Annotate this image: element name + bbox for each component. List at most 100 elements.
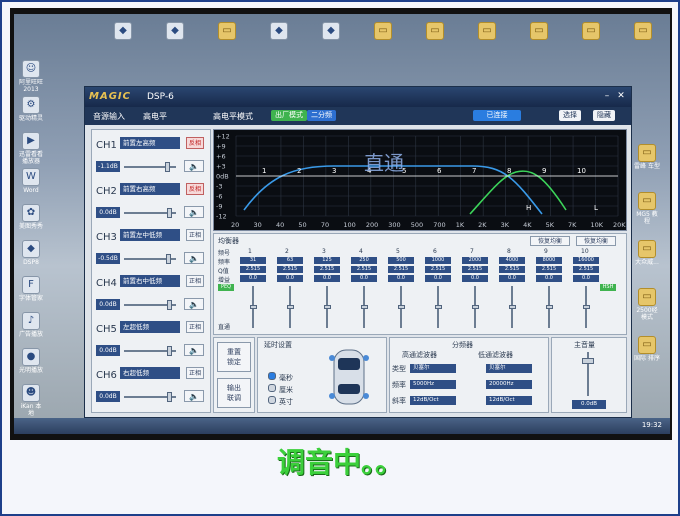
close-icon[interactable]: ✕ — [615, 90, 627, 102]
desktop-icon[interactable]: F 字体管家 — [18, 276, 44, 302]
channel-gain-thumb[interactable] — [167, 346, 173, 356]
band-gain-thumb[interactable] — [545, 305, 553, 309]
desktop-icon[interactable]: ◆ DSP8 — [18, 240, 44, 266]
band-q-value[interactable]: 2.515 — [388, 266, 414, 273]
desktop-icon[interactable]: ✿ 美图秀秀 — [18, 204, 44, 230]
desktop-icon[interactable]: ☺ 阿里旺旺 2013 — [18, 60, 44, 93]
desktop-icon[interactable]: W Word — [18, 168, 44, 194]
desktop-icon[interactable]: ▶ 迅雷看看 播放器 — [18, 132, 44, 165]
eq-reset-button[interactable]: 恢复均衡 — [530, 236, 570, 246]
band-gain-thumb[interactable] — [582, 305, 590, 309]
band-q-value[interactable]: 2.515 — [351, 266, 377, 273]
band-gain-thumb[interactable] — [360, 305, 368, 309]
hp-freq-input[interactable]: 5000Hz — [410, 380, 456, 389]
band-q-value[interactable]: 2.515 — [499, 266, 525, 273]
lp-type-select[interactable]: 贝塞尔 — [486, 364, 532, 373]
speaker-mute-icon[interactable]: 🔈 — [184, 344, 204, 356]
factory-mode-button[interactable]: 出厂模式 — [271, 110, 307, 121]
channel-source-select[interactable]: 前置左高频 — [120, 137, 180, 149]
desktop-icon[interactable]: ▭ 雷峰 车型 — [634, 144, 660, 170]
desktop-icon[interactable]: ▭ — [214, 22, 240, 41]
hp-slope-select[interactable]: 12dB/Oct — [410, 396, 456, 405]
band-freq-value[interactable]: 500 — [388, 257, 414, 264]
desktop-icon[interactable]: ● 光明播放 — [18, 348, 44, 374]
band-q-value[interactable]: 2.515 — [240, 266, 266, 273]
radio-icon[interactable] — [268, 396, 276, 404]
channel-source-select[interactable]: 前置左中低频 — [120, 229, 180, 241]
desktop-icon[interactable]: ▭ MG5 教程 — [634, 192, 660, 225]
band-q-value[interactable]: 2.515 — [314, 266, 340, 273]
band-freq-value[interactable]: 125 — [314, 257, 340, 264]
secondary-mode-button[interactable]: 二分频 — [307, 110, 336, 121]
band-q-value[interactable]: 2.515 — [536, 266, 562, 273]
band-gain-value[interactable]: 0.0 — [277, 275, 303, 282]
desktop-icon[interactable]: ◆ — [266, 22, 292, 41]
band-freq-value[interactable]: 8000 — [536, 257, 562, 264]
band-gain-value[interactable]: 0.0 — [425, 275, 451, 282]
speaker-mute-icon[interactable]: 🔈 — [184, 206, 204, 218]
channel-source-select[interactable]: 左超低频 — [120, 321, 180, 333]
band-gain-value[interactable]: 0.0 — [388, 275, 414, 282]
band-freq-value[interactable]: 16000 — [573, 257, 599, 264]
speaker-mute-icon[interactable]: 🔈 — [184, 160, 204, 172]
hsh-toggle[interactable]: HSH — [600, 284, 616, 291]
hp-type-select[interactable]: 贝塞尔 — [410, 364, 456, 373]
band-freq-value[interactable]: 31 — [240, 257, 266, 264]
channel-source-select[interactable]: 右超低频 — [120, 367, 180, 379]
desktop-icon[interactable]: ☻ iKan 本地 — [18, 384, 44, 417]
channel-source-select[interactable]: 前置右中低频 — [120, 275, 180, 287]
desktop-icon[interactable]: ▭ — [370, 22, 396, 41]
band-gain-value[interactable]: 0.0 — [351, 275, 377, 282]
channel-gain-thumb[interactable] — [167, 208, 173, 218]
desktop-icon[interactable]: ▭ 大众威... — [634, 240, 660, 266]
phase-button[interactable]: 正相 — [186, 367, 204, 379]
menu-audio-input[interactable]: 音源输入 — [93, 111, 125, 122]
band-gain-thumb[interactable] — [508, 305, 516, 309]
desktop-icon[interactable]: ◆ — [162, 22, 188, 41]
channel-gain-thumb[interactable] — [167, 300, 173, 310]
desktop-icon[interactable]: ▭ — [474, 22, 500, 41]
minimize-icon[interactable]: – — [601, 90, 613, 102]
speaker-mute-icon[interactable]: 🔈 — [184, 298, 204, 310]
channel-source-select[interactable]: 前置右高频 — [120, 183, 180, 195]
speaker-mute-icon[interactable]: 🔈 — [184, 252, 204, 264]
band-gain-value[interactable]: 0.0 — [314, 275, 340, 282]
peq-toggle[interactable]: PEQ — [218, 284, 234, 291]
channel-gain-thumb[interactable] — [167, 392, 173, 402]
desktop-icon[interactable]: ♪ 广告播放 — [18, 312, 44, 338]
band-gain-thumb[interactable] — [286, 305, 294, 309]
band-gain-value[interactable]: 0.0 — [499, 275, 525, 282]
band-q-value[interactable]: 2.515 — [425, 266, 451, 273]
desktop-icon[interactable]: ▭ — [526, 22, 552, 41]
phase-button[interactable]: 正相 — [186, 321, 204, 333]
select-button[interactable]: 选择 — [559, 110, 581, 121]
band-freq-value[interactable]: 63 — [277, 257, 303, 264]
eq-restore-button[interactable]: 恢复均衡 — [576, 236, 616, 246]
reset-lock-button[interactable]: 重置 锁定 — [217, 342, 251, 372]
desktop-icon[interactable]: ◆ — [110, 22, 136, 41]
master-slider-thumb[interactable] — [582, 358, 594, 364]
phase-button[interactable]: 反相 — [186, 183, 204, 195]
desktop-icon[interactable]: ◆ — [318, 22, 344, 41]
band-freq-value[interactable]: 4000 — [499, 257, 525, 264]
speaker-mute-icon[interactable]: 🔈 — [184, 390, 204, 402]
band-gain-thumb[interactable] — [249, 305, 257, 309]
band-gain-value[interactable]: 0.0 — [573, 275, 599, 282]
channel-gain-thumb[interactable] — [164, 162, 170, 172]
desktop-icon[interactable]: ▭ — [630, 22, 656, 41]
radio-icon[interactable] — [268, 384, 276, 392]
band-gain-thumb[interactable] — [323, 305, 331, 309]
radio-icon[interactable] — [268, 372, 276, 380]
connect-button[interactable]: 已连接 — [473, 110, 521, 121]
band-q-value[interactable]: 2.515 — [573, 266, 599, 273]
desktop-icon[interactable]: ▭ 国际 排序 — [634, 336, 660, 362]
band-gain-value[interactable]: 0.0 — [462, 275, 488, 282]
unit-option[interactable]: 厘米 — [268, 384, 293, 395]
channel-gain-thumb[interactable] — [166, 254, 172, 264]
unit-option[interactable]: 英寸 — [268, 396, 293, 407]
phase-button[interactable]: 反相 — [186, 137, 204, 149]
phase-button[interactable]: 正相 — [186, 229, 204, 241]
phase-button[interactable]: 正相 — [186, 275, 204, 287]
output-link-button[interactable]: 输出 联调 — [217, 378, 251, 408]
band-gain-thumb[interactable] — [397, 305, 405, 309]
